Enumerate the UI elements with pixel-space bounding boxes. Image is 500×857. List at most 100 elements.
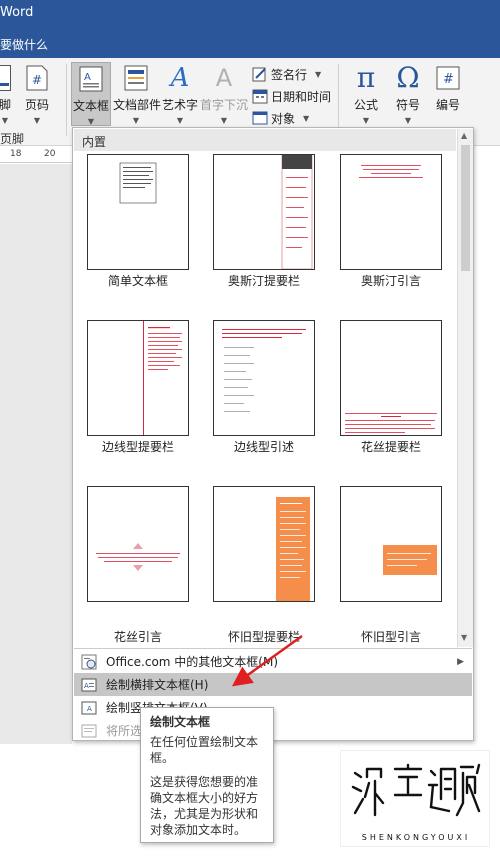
tile-border-sidebar[interactable] [87, 320, 189, 436]
chevron-down-icon: ▼ [303, 113, 310, 123]
tile-label: 花丝引言 [113, 630, 162, 644]
tooltip-line1: 在任何位置绘制文本框。 [150, 735, 259, 765]
chevron-down-icon: ▼ [220, 116, 228, 125]
ruler-mark: 20 [44, 149, 56, 159]
chevron-down-icon: ▼ [315, 69, 322, 79]
equation-label: 公式 [353, 98, 378, 112]
page-number-icon: # [24, 64, 50, 92]
header-footer-group-label: 页脚 [0, 132, 25, 146]
calendar-icon [252, 88, 268, 104]
watermark-logo: SHENKONGYOUXI [340, 750, 490, 847]
drop-cap-label: 首字下沉 [200, 98, 249, 112]
wordart-icon: A [170, 63, 190, 93]
group-separator [338, 64, 339, 136]
page-number-button[interactable]: # 页码 ▼ [22, 64, 52, 125]
ruler-mark: 18 [10, 149, 22, 159]
scroll-down-icon[interactable]: ▼ [461, 633, 467, 642]
signature-icon [252, 66, 268, 82]
object-button[interactable]: 对象 ▼ [252, 108, 309, 128]
svg-text:A: A [87, 705, 92, 713]
text-box-gallery: 内置 ▲ ▼ 简单文本框 奥斯汀提要栏 奥斯汀引言 边线型提要栏 边线型引述 花… [72, 127, 474, 741]
tile-retro-sidebar[interactable] [213, 486, 315, 619]
footer-button[interactable]: 脚 ▼ [0, 64, 16, 125]
date-time-label: 日期和时间 [271, 89, 332, 104]
footer-label: 脚 [0, 98, 11, 112]
tooltip-title: 绘制文本框 [150, 715, 211, 729]
scroll-up-icon[interactable]: ▲ [461, 131, 467, 140]
text-box-button[interactable]: A 文本框 ▼ [71, 62, 111, 126]
tile-filigree-quote[interactable] [87, 486, 189, 602]
tile-label: 奥斯汀提要栏 [227, 274, 300, 288]
doc-parts-button[interactable]: 文档部件 ▼ [113, 64, 162, 125]
tile-filigree-sidebar[interactable] [340, 320, 442, 436]
draw-text-box-tooltip: 绘制文本框 在任何位置绘制文本框。 这是获得您想要的准确文本框大小的好方法，尤其… [140, 707, 274, 843]
text-box-label: 文本框 [72, 99, 109, 113]
tile-label: 怀旧型引言 [360, 630, 421, 644]
tell-me-bar[interactable]: 要做什么 [0, 28, 500, 58]
tile-simple-text-box[interactable] [87, 154, 189, 270]
numbering-label: 编号 [435, 98, 460, 112]
equation-button[interactable]: π 公式 ▼ [348, 61, 384, 126]
chevron-down-icon: ▼ [404, 116, 412, 125]
gallery-scrollbar[interactable]: ▲ ▼ [457, 129, 473, 647]
signature-line-button[interactable]: 签名行 ▼ [252, 64, 321, 84]
menu-more-online[interactable]: Office.com 中的其他文本框(M) ▶ [74, 650, 472, 673]
object-label: 对象 [271, 111, 296, 126]
horizontal-ruler: 18 20 [0, 147, 72, 163]
tooltip-line2: 这是获得您想要的准确文本框大小的好方法，尤其是为形状和对象添加文本时。 [150, 775, 259, 837]
chevron-down-icon: ▼ [176, 116, 184, 125]
save-gallery-icon [80, 723, 98, 739]
symbol-button[interactable]: Ω 符号 ▼ [390, 61, 426, 126]
tile-label: 边线型引述 [233, 440, 294, 454]
menu-more-online-label: Office.com 中的其他文本框(M) [106, 655, 279, 669]
svg-text:#: # [443, 72, 454, 87]
menu-save-selection-label: 将所选 [106, 724, 143, 738]
wordart-label: 艺术字 [161, 98, 198, 112]
footer-icon [0, 64, 15, 92]
drop-cap-button[interactable]: A 首字下沉 ▼ [200, 64, 248, 125]
tile-austin-quote[interactable] [340, 154, 442, 270]
doc-parts-label: 文档部件 [113, 98, 162, 112]
tile-border-quote[interactable] [213, 320, 315, 436]
tile-label: 花丝提要栏 [360, 440, 421, 454]
group-separator [66, 64, 67, 136]
chevron-down-icon: ▼ [362, 116, 370, 125]
tile-label: 奥斯汀引言 [360, 274, 421, 288]
tile-austin-sidebar[interactable] [213, 154, 315, 270]
document-area [0, 164, 72, 744]
date-time-button[interactable]: 日期和时间 [252, 86, 331, 106]
office-online-icon [80, 654, 98, 670]
scroll-thumb[interactable] [461, 145, 470, 271]
watermark-subtitle: SHENKONGYOUXI [361, 833, 471, 842]
wordart-button[interactable]: A 艺术字 ▼ [161, 64, 199, 125]
signature-line-label: 签名行 [271, 67, 308, 82]
tile-label: 边线型提要栏 [101, 440, 174, 454]
doc-parts-icon [123, 64, 149, 92]
logo-mark-icon [351, 763, 481, 817]
omega-icon: Ω [396, 61, 420, 94]
object-icon [252, 110, 268, 126]
chevron-right-icon: ▶ [457, 656, 464, 667]
numbering-button[interactable]: # 编号 [430, 64, 466, 113]
pi-icon: π [356, 61, 376, 94]
vertical-text-box-icon: A [80, 700, 98, 716]
chevron-down-icon: ▼ [132, 116, 140, 125]
chevron-down-icon: ▼ [33, 116, 41, 125]
svg-text:A: A [84, 682, 89, 690]
tell-me-text: 要做什么 [0, 38, 49, 52]
title-bar: Word [0, 0, 500, 28]
symbol-label: 符号 [395, 98, 420, 112]
menu-draw-horizontal-label: 绘制横排文本框(H) [106, 678, 209, 692]
drop-cap-icon: A [215, 64, 233, 92]
section-header: 内置 [74, 129, 456, 151]
section-label: 内置 [82, 135, 107, 149]
menu-draw-horizontal[interactable]: A 绘制横排文本框(H) [74, 673, 472, 696]
text-box-icon: A [80, 677, 98, 693]
chevron-down-icon: ▼ [87, 117, 95, 126]
tile-label: 怀旧型提要栏 [227, 630, 300, 644]
tile-retro-quote[interactable] [340, 486, 442, 602]
svg-text:A: A [84, 72, 91, 83]
chevron-down-icon: ▼ [1, 116, 9, 125]
menu-separator [74, 648, 472, 649]
tile-label: 简单文本框 [107, 274, 168, 288]
